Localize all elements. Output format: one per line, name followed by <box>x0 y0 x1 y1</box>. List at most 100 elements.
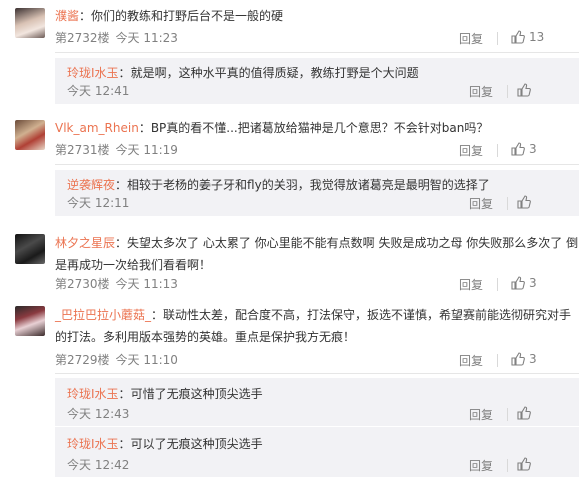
avatar[interactable] <box>15 306 45 336</box>
divider <box>507 408 508 421</box>
reply-item: 逆袭辉夜：相较于老杨的姜子牙和fly的关羽，我觉得放诸葛亮是最明智的选择了 今天… <box>55 170 579 216</box>
reply-username[interactable]: 玲珑I水玉 <box>67 66 119 80</box>
comment-body: Vlk_am_Rhein：BP真的看不懂...把诸葛放给猫神是几个意思？不会针对… <box>55 119 488 137</box>
comment-actions: 回复 3 <box>459 352 579 370</box>
divider <box>55 52 579 53</box>
divider <box>497 354 498 367</box>
reply-time: 今天 12:42 <box>67 458 130 472</box>
reply-username[interactable]: 逆袭辉夜 <box>67 178 115 192</box>
divider <box>507 459 508 472</box>
colon: ： <box>79 9 92 23</box>
reply-body: 逆袭辉夜：相较于老杨的姜子牙和fly的关羽，我觉得放诸葛亮是最明智的选择了 <box>67 176 490 194</box>
comment-meta: 第2732楼 今天 11:23 <box>55 30 178 46</box>
thumbs-up-icon <box>511 142 525 156</box>
like-button[interactable] <box>517 457 535 471</box>
comment-meta: 第2729楼 今天 11:10 <box>55 352 178 368</box>
colon: ： <box>118 437 131 451</box>
colon: ： <box>115 178 128 192</box>
thumbs-up-icon <box>517 406 531 420</box>
comment-username[interactable]: Vlk_am_Rhein <box>55 121 139 135</box>
reply-button[interactable]: 回复 <box>469 406 493 423</box>
comment-actions: 回复 3 <box>459 276 579 294</box>
thumbs-up-icon <box>511 352 525 366</box>
reply-username[interactable]: 玲珑I水玉 <box>67 387 119 401</box>
floor-number: 第2730楼 <box>55 277 110 291</box>
comment-username[interactable]: 濮酱 <box>55 9 79 23</box>
colon: ： <box>151 308 164 322</box>
reply-text: 可惜了无痕这种顶尖选手 <box>130 387 263 401</box>
comment-text: 你们的教练和打野后台不是一般的硬 <box>91 9 284 23</box>
divider <box>55 373 579 374</box>
reply-time: 今天 12:41 <box>67 84 130 98</box>
reply-button[interactable]: 回复 <box>469 195 493 212</box>
reply-button[interactable]: 回复 <box>459 142 483 159</box>
comment-username[interactable]: 林夕之星辰 <box>55 236 115 250</box>
reply-button[interactable]: 回复 <box>459 276 483 293</box>
comment-time: 今天 11:23 <box>115 31 178 45</box>
comment-time: 今天 11:19 <box>115 143 178 157</box>
colon: ： <box>118 66 131 80</box>
reply-text: 相较于老杨的姜子牙和fly的关羽，我觉得放诸葛亮是最明智的选择了 <box>127 178 490 192</box>
reply-item: 玲珑I水玉：可以了无痕这种顶尖选手 今天 12:42 回复 <box>55 427 579 477</box>
reply-username[interactable]: 玲珑I水玉 <box>67 437 119 451</box>
divider <box>55 164 579 165</box>
avatar[interactable] <box>15 120 45 150</box>
floor-number: 第2732楼 <box>55 31 110 45</box>
comment-body: 濮酱：你们的教练和打野后台不是一般的硬 <box>55 7 283 25</box>
divider <box>507 85 508 98</box>
comment-text: 联动性太差，配合度不高，打法保守，扳选不谨慎，希望赛前能选彻研究对手 <box>163 308 572 322</box>
reply-actions: 回复 <box>469 195 579 213</box>
like-button[interactable] <box>517 195 535 209</box>
floor-number: 第2731楼 <box>55 143 110 157</box>
comment-text-continued: 的打法。多利用版本强势的英雄。重点是保护我方无痕！ <box>55 330 356 344</box>
reply-actions: 回复 <box>469 406 579 424</box>
reply-actions: 回复 <box>469 457 579 475</box>
reply-body: 玲珑I水玉：可惜了无痕这种顶尖选手 <box>67 385 263 403</box>
comment-username[interactable]: _巴拉巴拉小蘑菇_ <box>55 308 151 322</box>
comment-text: BP真的看不懂...把诸葛放给猫神是几个意思？不会针对ban吗？ <box>150 121 489 135</box>
divider <box>507 197 508 210</box>
like-button[interactable]: 3 <box>511 352 537 366</box>
reply-item: 玲珑I水玉：可惜了无痕这种顶尖选手 今天 12:43 回复 <box>55 378 579 426</box>
like-button[interactable]: 13 <box>511 30 544 44</box>
like-button[interactable] <box>517 406 535 420</box>
like-button[interactable]: 3 <box>511 142 537 156</box>
reply-time: 今天 12:11 <box>67 196 130 210</box>
comment-time: 今天 11:10 <box>115 353 178 367</box>
reply-button[interactable]: 回复 <box>459 352 483 369</box>
like-button[interactable]: 3 <box>511 276 537 290</box>
divider <box>497 144 498 157</box>
reply-button[interactable]: 回复 <box>459 30 483 47</box>
like-count: 3 <box>529 142 537 156</box>
reply-text: 可以了无痕这种顶尖选手 <box>130 437 263 451</box>
comment-meta: 第2731楼 今天 11:19 <box>55 142 178 158</box>
colon: ： <box>118 387 131 401</box>
comment-time: 今天 11:13 <box>115 277 178 291</box>
floor-number: 第2729楼 <box>55 353 110 367</box>
comment-text-continued: 是再成功一次给我们看看啊！ <box>55 258 212 272</box>
like-count: 13 <box>529 30 545 44</box>
like-count: 3 <box>529 276 537 290</box>
thumbs-up-icon <box>511 276 525 290</box>
colon: ： <box>115 236 128 250</box>
divider <box>497 278 498 291</box>
comment-body: 林夕之星辰：失望太多次了 心太累了 你心里能不能有点数啊 失败是成功之母 你失败… <box>55 232 578 276</box>
thumbs-up-icon <box>517 457 531 471</box>
reply-time: 今天 12:43 <box>67 407 130 421</box>
avatar[interactable] <box>15 8 45 38</box>
like-button[interactable] <box>517 83 535 97</box>
reply-button[interactable]: 回复 <box>469 83 493 100</box>
avatar[interactable] <box>15 234 45 264</box>
colon: ： <box>138 121 151 135</box>
reply-body: 玲珑I水玉：可以了无痕这种顶尖选手 <box>67 435 263 453</box>
divider <box>497 32 498 45</box>
thumbs-up-icon <box>517 83 531 97</box>
reply-item: 玲珑I水玉：就是啊，这种水平真的值得质疑，教练打野是个大问题 今天 12:41 … <box>55 58 579 104</box>
comment-body: _巴拉巴拉小蘑菇_：联动性太差，配合度不高，打法保守，扳选不谨慎，希望赛前能选彻… <box>55 304 575 348</box>
thumbs-up-icon <box>517 195 531 209</box>
reply-body: 玲珑I水玉：就是啊，这种水平真的值得质疑，教练打野是个大问题 <box>67 64 419 82</box>
reply-text: 就是啊，这种水平真的值得质疑，教练打野是个大问题 <box>130 66 419 80</box>
reply-button[interactable]: 回复 <box>469 457 493 474</box>
like-count: 3 <box>529 352 537 366</box>
comment-actions: 回复 13 <box>459 30 579 48</box>
